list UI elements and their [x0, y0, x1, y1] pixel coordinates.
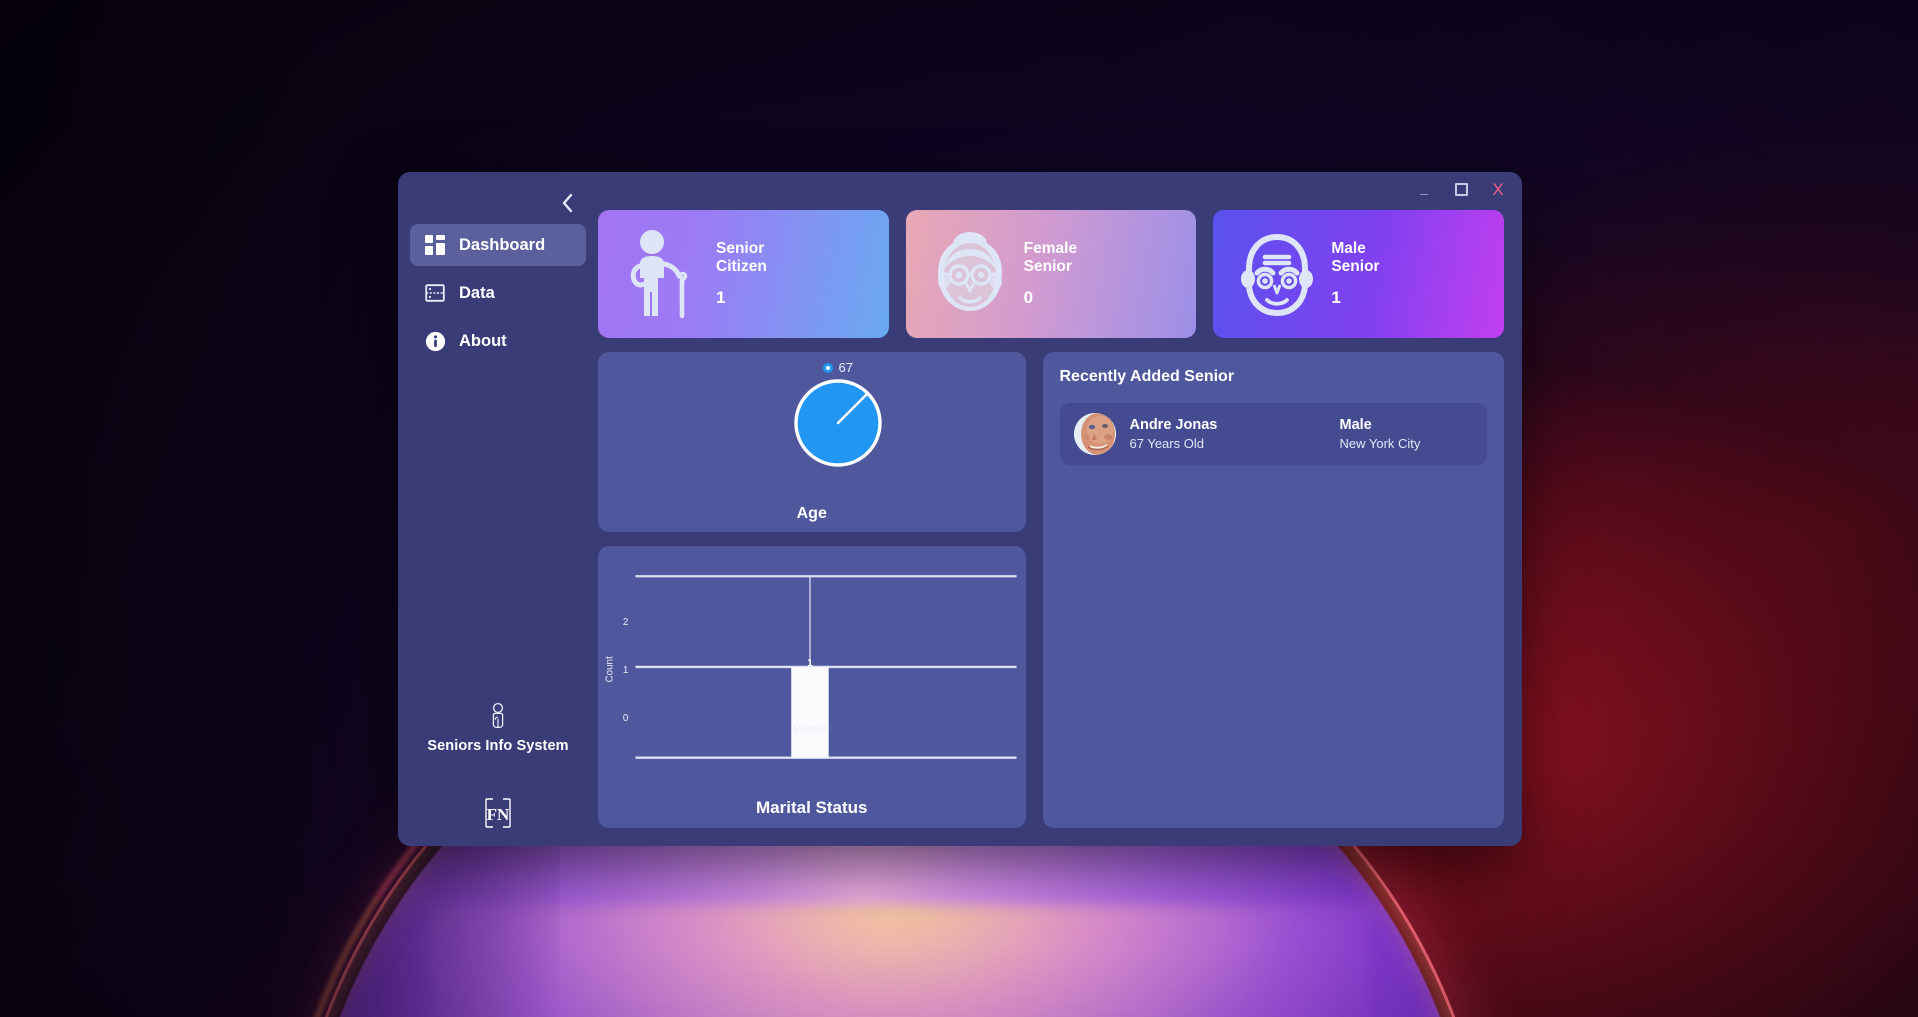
bar-axis-ylabel: Count — [604, 656, 615, 682]
pie-legend-marker-icon — [822, 362, 833, 373]
collapse-sidebar-button[interactable] — [554, 190, 580, 216]
recently-added-senior-panel: Recently Added Senior Andre Jonas 67 Yea… — [1042, 352, 1504, 828]
stat-label-line2: Citizen — [716, 258, 767, 275]
sidebar-nav: Dashboard Data About — [398, 224, 598, 362]
sidebar-item-label: Dashboard — [459, 235, 546, 254]
elderly-man-face-icon — [1229, 229, 1325, 319]
lower-row: 67 Age 2 1 0 Count 1 Married Marital Sta… — [598, 352, 1504, 828]
chevron-left-icon — [562, 193, 572, 213]
senior-age: 67 Years Old — [1129, 435, 1204, 451]
senior-name: Andre Jonas — [1129, 416, 1218, 433]
stat-card-text: Male Senior 1 — [1331, 240, 1379, 309]
bar-ytick-1: 1 — [623, 665, 628, 676]
info-circle-icon — [424, 330, 446, 352]
senior-person-line-icon — [406, 702, 590, 732]
stat-card-senior-citizen[interactable]: Senior Citizen 1 — [598, 210, 889, 338]
stat-card-label: Female Senior — [1024, 240, 1077, 277]
maximize-button[interactable] — [1451, 179, 1471, 199]
senior-city: New York City — [1339, 435, 1421, 451]
sidebar: Dashboard Data About Seniors Info System… — [398, 193, 598, 846]
fn-logo[interactable]: FN — [406, 798, 590, 828]
bar-value-label: 1 — [807, 658, 813, 669]
marital-status-bar-chart-panel: 2 1 0 Count 1 Married Marital Status — [598, 546, 1026, 828]
stat-card-label: Male Senior — [1331, 240, 1379, 277]
app-window: _ X Dashboard Data About Seniors Info Sy… — [398, 172, 1522, 846]
stat-card-text: Senior Citizen 1 — [716, 240, 767, 309]
maximize-icon — [1454, 182, 1468, 196]
age-pie-chart-panel: 67 Age — [598, 352, 1026, 532]
stat-label-line2: Senior — [1331, 258, 1380, 275]
list-item-identity: Andre Jonas 67 Years Old — [1130, 416, 1340, 452]
elderly-person-cane-icon — [614, 228, 710, 320]
stat-card-female-senior[interactable]: Female Senior 0 — [905, 210, 1197, 338]
bar-chart[interactable]: 2 1 0 Count 1 Married — [598, 546, 1026, 798]
bar-xtick-married: Married — [793, 725, 826, 736]
recent-panel-title: Recently Added Senior — [1059, 368, 1235, 385]
stat-label-line1: Male — [1331, 239, 1366, 257]
sidebar-item-dashboard[interactable]: Dashboard — [410, 224, 586, 266]
senior-man-photo — [1073, 413, 1116, 455]
list-item-details: Male New York City — [1340, 416, 1421, 452]
sidebar-item-label: Data — [459, 283, 495, 302]
pie-chart[interactable] — [792, 377, 884, 474]
stat-card-label: Senior Citizen — [716, 240, 767, 277]
list-item[interactable]: Andre Jonas 67 Years Old Male New York C… — [1059, 403, 1487, 465]
sidebar-brand: Seniors Info System FN — [398, 702, 598, 828]
stat-card-row: Senior Citizen 1 Female Senior 0 Male Se… — [598, 210, 1505, 338]
sidebar-item-label: About — [459, 331, 507, 350]
charts-column: 67 Age 2 1 0 Count 1 Married Marital Sta… — [598, 352, 1026, 828]
senior-gender: Male — [1339, 416, 1372, 433]
brand-name: Seniors Info System — [427, 738, 569, 754]
sidebar-item-about[interactable]: About — [410, 320, 586, 362]
close-button[interactable]: X — [1488, 179, 1508, 199]
avatar — [1073, 413, 1116, 455]
stat-card-male-senior[interactable]: Male Senior 1 — [1213, 210, 1505, 338]
main-content: Senior Citizen 1 Female Senior 0 Male Se… — [598, 206, 1522, 846]
svg-text:FN: FN — [487, 805, 510, 824]
sidebar-item-data[interactable]: Data — [410, 272, 586, 314]
pie-legend-label: 67 — [838, 360, 853, 375]
database-icon — [424, 282, 446, 304]
stat-card-value: 0 — [1023, 288, 1034, 308]
stat-label-line1: Senior — [716, 239, 765, 257]
minimize-button[interactable]: _ — [1414, 179, 1434, 199]
bar-chart-title: Marital Status — [756, 798, 868, 817]
dashboard-grid-icon — [424, 234, 446, 256]
window-body: Dashboard Data About Seniors Info System… — [398, 193, 1522, 846]
bar-ytick-2: 2 — [623, 617, 628, 628]
stat-label-line2: Senior — [1023, 258, 1072, 275]
stat-card-value: 1 — [1331, 288, 1341, 308]
elderly-woman-face-icon — [922, 229, 1018, 319]
stat-label-line1: Female — [1023, 239, 1078, 257]
stat-card-value: 1 — [716, 288, 726, 308]
pie-chart-title: Age — [796, 505, 827, 522]
pie-legend: 67 — [822, 360, 853, 375]
stat-card-text: Female Senior 0 — [1024, 240, 1077, 309]
bar-ytick-0: 0 — [623, 713, 629, 724]
